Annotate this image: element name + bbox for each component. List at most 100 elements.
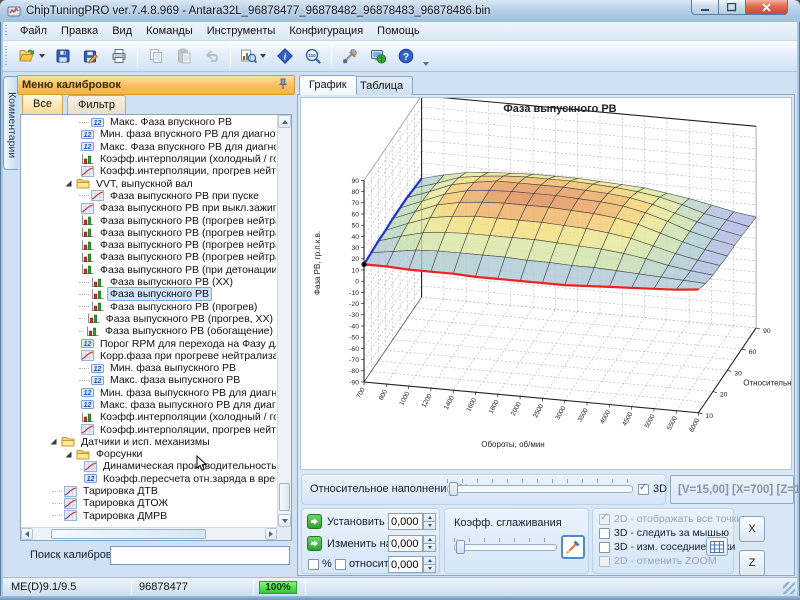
tree-item[interactable]: Фаза выпускного РВ (при детонации) [21,264,276,276]
tree-item[interactable]: Коэфф.интерполяции, прогрев нейтр. (холо… [21,165,276,177]
tree-item[interactable]: 12Макс. фаза выпускного РВ для диагности… [21,399,276,411]
set-spin-up[interactable] [423,513,436,521]
help-button[interactable]: ? [393,44,419,69]
neighbor-points-grid-button[interactable] [706,537,728,556]
tree-horizontal-scrollbar[interactable] [21,527,277,540]
tree-item[interactable]: 12Мин. фаза выпускного РВ для диагностик… [21,387,276,399]
change-value-input[interactable] [388,535,423,552]
tab-graph[interactable]: График [299,75,357,95]
tree-item[interactable]: Коэфф.интерполяции (холодный / горячий ) [21,411,276,423]
resize-grip[interactable] [783,582,795,594]
tab-all[interactable]: Все [22,94,63,114]
compare-maps-button[interactable] [236,44,270,69]
smoothing-slider-track[interactable] [454,544,557,551]
save-as-button[interactable] [78,44,104,69]
menu-item[interactable]: Помощь [370,23,427,39]
tree-item[interactable]: Фаза выпускного РВ (обогащение) [21,325,276,337]
tree-item[interactable]: 12Коэфф.пересчета отн.заряда в время впр… [21,473,276,485]
print-button[interactable] [106,44,132,69]
tab-table[interactable]: Таблица [350,76,413,95]
view-option-checkbox[interactable] [599,556,610,567]
z-axis-button[interactable]: Z [739,550,765,576]
menu-item[interactable]: Команды [139,23,200,39]
tree-vertical-scrollbar[interactable] [277,115,291,527]
titlebar[interactable]: ChipTuningPRO ver.7.4.8.969 - Antara32L_… [0,0,800,22]
tree-item[interactable]: Фаза выпускного РВ (прогрев нейтрал., ХХ… [21,251,276,263]
pin-icon[interactable] [278,78,288,93]
relative-spin-up[interactable] [423,556,436,564]
set-value-input[interactable] [388,513,423,530]
hscroll-thumb[interactable] [51,529,206,539]
tree-item[interactable]: Коэфф.интерполяции (холодный / горячий ) [21,153,276,165]
change-spin-up[interactable] [423,535,436,543]
smoothing-slider-thumb[interactable] [456,540,465,554]
fill-slider-track[interactable] [447,485,633,493]
fill-slider-thumb[interactable] [449,482,458,496]
relative-checkbox[interactable] [335,559,346,570]
tree-item[interactable]: Фаза выпускного РВ (прогрев, ХХ) [21,313,276,325]
toolbar-overflow[interactable] [422,44,429,69]
tools-button[interactable] [337,44,363,69]
tree-item[interactable]: 12Макс. Фаза впускного РВ [21,116,276,128]
close-button[interactable] [746,0,788,15]
expand-arrow-icon[interactable] [49,437,61,446]
tree-item[interactable]: 12Макс. Фаза впускного РВ для диагностик… [21,141,276,153]
tree-item[interactable]: Фаза выпускного РВ (прогрев) [21,300,276,312]
comments-rail-tab[interactable]: Комментарии [3,76,18,170]
view-option-checkbox[interactable] [599,542,610,553]
maximize-button[interactable] [719,0,746,15]
minimize-button[interactable] [691,0,719,15]
surface-chart-svg[interactable]: -90-80-70-60-50-40-30-20-100102030405060… [301,98,791,469]
tree-item[interactable]: Тарировка ДМРВ [21,510,276,522]
tree-folder[interactable]: VVT, выпускной вал [21,177,276,189]
3d-checkbox[interactable] [638,484,649,495]
relative-value-input[interactable] [388,556,423,573]
change-spin-down[interactable] [423,543,436,552]
x-axis-button[interactable]: X [739,516,765,542]
tree-item[interactable]: Фаза выпускного РВ (прогрев нейтрализато… [21,214,276,226]
open-file-button[interactable] [14,44,48,69]
connect-button[interactable] [365,44,391,69]
edit-curve-button[interactable] [561,535,585,559]
tree-item[interactable]: 12Порог RPM для перехода на Фазу для реж… [21,337,276,349]
menu-item[interactable]: Конфигурация [282,23,370,39]
view-option-checkbox[interactable] [599,514,610,525]
find-value-button[interactable]: 110 [300,44,326,69]
tree-item[interactable]: Фаза выпускного РВ (ХХ) [21,276,276,288]
scroll-down-button[interactable] [278,514,291,527]
undo-button[interactable] [199,44,225,69]
save-button[interactable] [50,44,76,69]
tree-item[interactable]: Динамическая производительность [21,460,276,472]
tree-item[interactable]: Фаза выпускного РВ при выкл.зажигания [21,202,276,214]
scroll-left-button[interactable] [21,528,33,540]
tree-item[interactable]: 12Мин. фаза выпускного РВ [21,362,276,374]
menu-item[interactable]: Файл [13,23,54,39]
apply-change-button[interactable] [307,536,322,551]
scroll-right-button[interactable] [265,528,277,540]
view-option-checkbox[interactable] [599,528,610,539]
tree-item[interactable]: 12Мин. фаза впускного РВ для диагностики [21,128,276,140]
set-spin-down[interactable] [423,521,436,530]
relative-spin-down[interactable] [423,564,436,573]
surface-chart[interactable]: -90-80-70-60-50-40-30-20-100102030405060… [300,97,792,470]
search-input[interactable] [110,546,290,565]
vscroll-thumb[interactable] [279,483,290,511]
tree-item[interactable]: Фаза выпускного РВ при пуске [21,190,276,202]
info-button[interactable]: i [272,44,298,69]
tab-filter[interactable]: Фильтр [67,95,126,114]
paste-button[interactable] [171,44,197,69]
scroll-up-button[interactable] [278,115,291,128]
tree-item[interactable]: Тарировка ДТОЖ [21,497,276,509]
apply-set-button[interactable] [307,514,322,529]
percent-checkbox[interactable] [308,559,319,570]
tree-item[interactable]: Фаза выпускного РВ (прогрев нейтрал., ХХ… [21,239,276,251]
tree-item[interactable]: 12Макс. фаза выпускного РВ [21,374,276,386]
expand-arrow-icon[interactable] [64,179,76,188]
tree-item[interactable]: Фаза выпускного РВ (прогрев нейтрал., хо… [21,227,276,239]
menu-item[interactable]: Вид [105,23,139,39]
menu-item[interactable]: Инструменты [200,23,283,39]
tree-item[interactable]: Коэфф.интерполяции, прогрев нейтр. (холо… [21,423,276,435]
tree-item[interactable]: Фаза выпускного РВ [21,288,276,300]
tree-folder[interactable]: Датчики и исп. механизмы [21,436,276,448]
tree-item[interactable]: Тарировка ДТВ [21,485,276,497]
